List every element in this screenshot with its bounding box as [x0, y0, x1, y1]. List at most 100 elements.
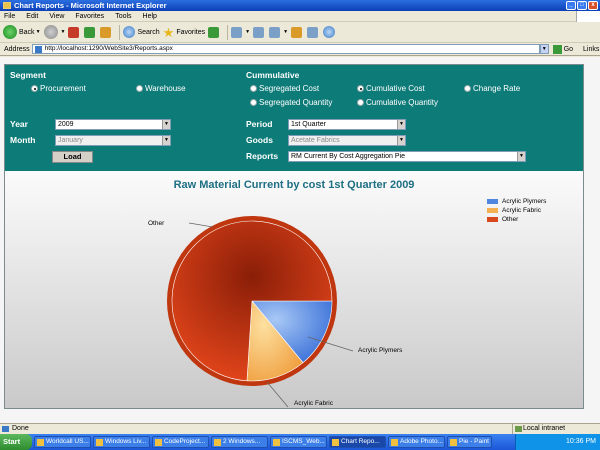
- home-button[interactable]: [100, 24, 113, 41]
- stop-button[interactable]: [68, 24, 81, 41]
- back-label: Back: [19, 28, 35, 36]
- leader-line-fabric: [266, 381, 289, 408]
- menu-file[interactable]: File: [4, 13, 15, 20]
- radio-warehouse[interactable]: Warehouse: [136, 84, 186, 93]
- radio-cumulative-cost[interactable]: Cumulative Cost: [357, 84, 425, 93]
- goods-select[interactable]: Acetate Fabrics ▼: [288, 135, 406, 146]
- taskbar-item[interactable]: Windows Liv...: [93, 436, 150, 448]
- intranet-icon: [515, 426, 522, 432]
- app-icon: [450, 438, 457, 446]
- taskbar-item[interactable]: Pie - Paint: [447, 436, 492, 448]
- messenger-button[interactable]: [323, 24, 337, 41]
- period-value: 1st Quarter: [291, 121, 327, 128]
- address-input[interactable]: http://localhost:1290/WebSite3/Reports.a…: [31, 44, 540, 54]
- folder-button[interactable]: [291, 24, 304, 41]
- app-icon: [96, 438, 103, 446]
- refresh-button[interactable]: [84, 24, 97, 41]
- address-url: http://localhost:1290/WebSite3/Reports.a…: [44, 45, 173, 52]
- reports-label: Reports: [246, 151, 279, 161]
- mail-button[interactable]: ▼: [231, 24, 250, 41]
- taskbar-item[interactable]: Adobe Photo...: [388, 436, 445, 448]
- stop-icon: [68, 26, 80, 38]
- radio-procurement[interactable]: Procurement: [31, 84, 86, 93]
- minimize-button[interactable]: _: [566, 1, 576, 10]
- year-value: 2009: [58, 121, 74, 128]
- links-button[interactable]: Links: [583, 46, 599, 53]
- year-label: Year: [10, 119, 28, 129]
- favorites-button[interactable]: ★ Favorites: [163, 24, 205, 41]
- go-button[interactable]: Go: [552, 44, 573, 54]
- load-button[interactable]: Load: [52, 151, 93, 163]
- go-arrow-icon: [552, 44, 562, 54]
- period-select[interactable]: 1st Quarter ▼: [288, 119, 406, 130]
- radio-unchecked-icon: [464, 85, 471, 92]
- menu-tools[interactable]: Tools: [115, 13, 131, 20]
- title-bar: Chart Reports - Microsoft Internet Explo…: [0, 0, 600, 11]
- task-label: Pie - Paint: [459, 438, 489, 445]
- print-button[interactable]: [253, 24, 266, 41]
- report-panel: Segment Procurement Warehouse Cummulativ…: [4, 64, 584, 409]
- chart-area: Raw Material Current by cost 1st Quarter…: [5, 171, 583, 408]
- radio-cumulative-quantity[interactable]: Cumulative Quantity: [357, 98, 438, 107]
- messenger-icon: [323, 26, 336, 38]
- taskbar-item[interactable]: Worldcall US...: [34, 436, 91, 448]
- month-select[interactable]: January ▼: [55, 135, 171, 146]
- page-content: Segment Procurement Warehouse Cummulativ…: [0, 57, 600, 423]
- leader-line-other: [188, 222, 214, 228]
- toolbar-separator: [227, 24, 229, 40]
- task-label: ISCMS_Web...: [282, 438, 325, 445]
- research-icon: [307, 26, 319, 38]
- taskbar-item[interactable]: CodeProject...: [152, 436, 209, 448]
- app-icon: [273, 438, 280, 446]
- page-done-icon: [2, 426, 9, 432]
- taskbar-item-active[interactable]: Chart Repo...: [329, 436, 386, 448]
- chevron-down-icon: ▼: [162, 120, 170, 129]
- radio-checked-icon: [357, 85, 364, 92]
- radio-label: Cumulative Cost: [366, 84, 425, 93]
- status-text: Done: [12, 425, 29, 432]
- favorites-label: Favorites: [176, 28, 206, 36]
- status-bar: Done Local intranet: [0, 423, 600, 435]
- research-button[interactable]: [307, 24, 320, 41]
- media-button[interactable]: [208, 24, 221, 41]
- radio-segregated-cost[interactable]: Segregated Cost: [250, 84, 319, 93]
- close-button[interactable]: x: [588, 1, 598, 10]
- back-button[interactable]: Back ▼: [3, 24, 41, 41]
- radio-label: Segregated Quantity: [259, 98, 333, 107]
- chevron-down-icon: ▼: [517, 152, 525, 161]
- pie-label-other: Other: [148, 220, 165, 227]
- app-icon: [214, 438, 221, 446]
- radio-unchecked-icon: [357, 99, 364, 106]
- task-label: CodeProject...: [164, 438, 206, 445]
- search-button[interactable]: Search: [123, 24, 160, 41]
- zone-label: Local intranet: [523, 425, 566, 432]
- radio-change-rate[interactable]: Change Rate: [464, 84, 520, 93]
- taskbar-item[interactable]: 2 Windows...: [211, 436, 268, 448]
- windows-logo: [576, 11, 600, 22]
- taskbar-item[interactable]: ISCMS_Web...: [270, 436, 327, 448]
- window-title: Chart Reports - Microsoft Internet Explo…: [14, 1, 167, 10]
- reports-select[interactable]: RM Current By Cost Aggregation Pie ▼: [288, 151, 526, 162]
- edit-icon: [269, 26, 281, 38]
- start-button[interactable]: Start: [0, 434, 32, 450]
- segment-label: Segment: [10, 70, 46, 80]
- menu-view[interactable]: View: [49, 13, 64, 20]
- menu-edit[interactable]: Edit: [26, 13, 38, 20]
- address-dropdown-button[interactable]: ▼: [539, 44, 549, 54]
- radio-segregated-quantity[interactable]: Segregated Quantity: [250, 98, 332, 107]
- app-icon: [37, 438, 44, 446]
- menu-favorites[interactable]: Favorites: [75, 13, 104, 20]
- year-select[interactable]: 2009 ▼: [55, 119, 171, 130]
- menu-help[interactable]: Help: [143, 13, 157, 20]
- maximize-button[interactable]: □: [577, 1, 587, 10]
- radio-label: Warehouse: [145, 84, 186, 93]
- chevron-down-icon: ▼: [397, 120, 405, 129]
- toolbar: Back ▼ ▼ Search ★ Favorites ▼ ▼: [0, 22, 600, 43]
- pie-chart: [167, 216, 354, 408]
- back-arrow-icon: [3, 25, 17, 39]
- task-label: Adobe Photo...: [400, 438, 444, 445]
- edit-button[interactable]: ▼: [269, 24, 288, 41]
- screen: Chart Reports - Microsoft Internet Explo…: [0, 0, 600, 450]
- filter-panel: Segment Procurement Warehouse Cummulativ…: [5, 65, 583, 171]
- forward-button[interactable]: ▼: [43, 24, 65, 41]
